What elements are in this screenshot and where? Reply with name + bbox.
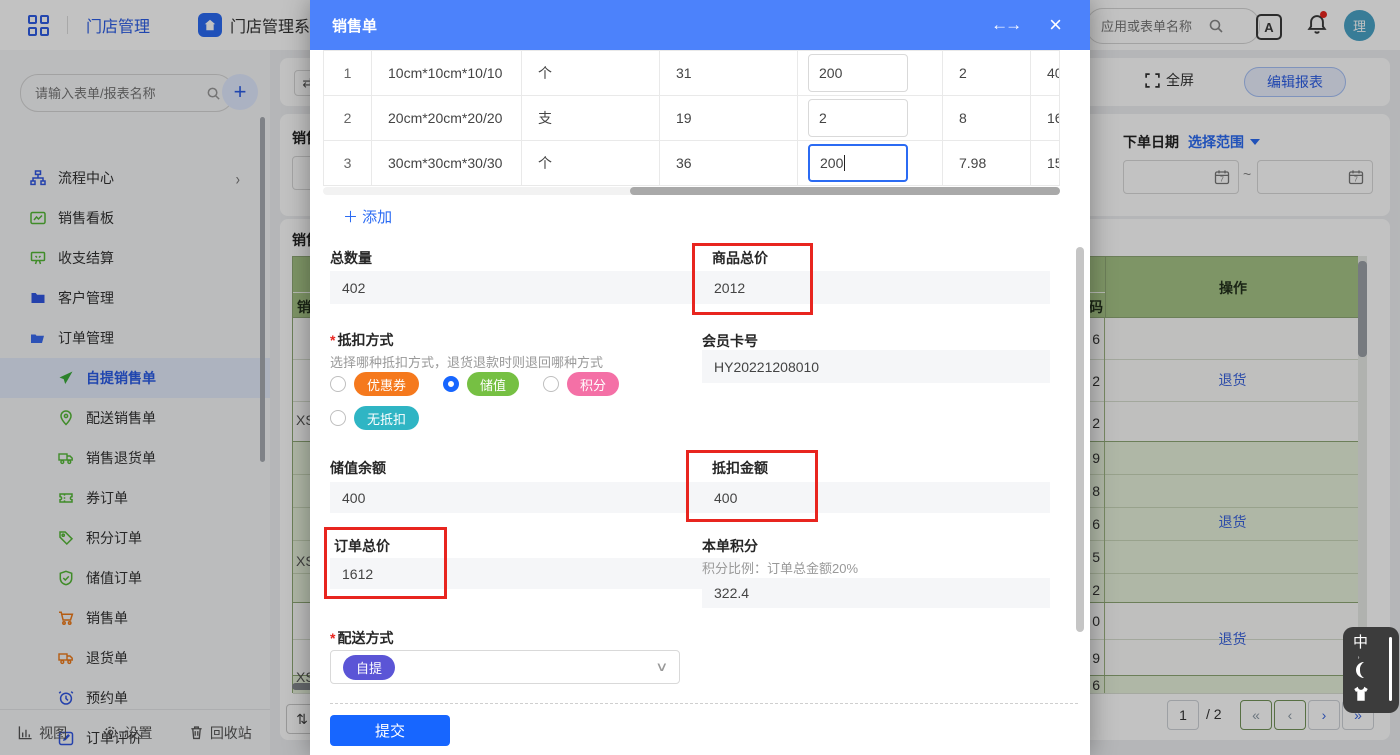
items-hscroll-thumb[interactable]: [630, 187, 1060, 195]
deduct-option-0[interactable]: 优惠券: [330, 372, 419, 396]
sales-order-modal: 销售单 ←→ × 1 10cm*10cm*10/10 个 31 200 2 40…: [310, 0, 1090, 755]
items-hscroll-track: [323, 187, 1060, 195]
price-cell: 2: [943, 51, 1031, 95]
deduct-option-3[interactable]: 无抵扣: [330, 406, 419, 430]
deduct-amount-label: 抵扣金额: [712, 458, 768, 478]
modal-vscroll-thumb[interactable]: [1076, 247, 1084, 632]
qty-cell: 200: [798, 51, 943, 95]
item-row: 3 30cm*30cm*30/30 个 36 200 7.98 1596: [324, 141, 1059, 185]
balance-label: 储值余额: [330, 458, 386, 478]
price-cell: 8: [943, 96, 1031, 140]
deduct-options-row2: 无抵扣: [330, 406, 419, 430]
points-label: 本单积分: [702, 536, 758, 556]
ime-lang-indicator[interactable]: 中: [1353, 631, 1368, 652]
total-qty-label: 总数量: [330, 248, 372, 268]
stock-cell: 19: [660, 96, 798, 140]
member-card-value: HY20221208010: [702, 350, 1050, 383]
footer-divider: [330, 703, 1078, 704]
total-qty-value: 402: [330, 271, 740, 304]
price-cell: 7.98: [943, 141, 1031, 185]
unit-cell: 支: [522, 96, 660, 140]
spec-cell: 10cm*10cm*10/10: [372, 51, 522, 95]
points-helper: 积分比例：订单总金额20%: [702, 558, 858, 577]
order-total-value: 1612: [330, 558, 740, 589]
item-row: 2 20cm*20cm*20/20 支 19 2 8 16: [324, 96, 1059, 141]
row-index: 3: [324, 141, 372, 185]
delivery-label: *配送方式: [330, 628, 393, 648]
amount-cell: 1596: [1031, 141, 1059, 185]
qty-input[interactable]: 2: [808, 99, 908, 137]
member-card-label: 会员卡号: [702, 331, 758, 351]
row-index: 2: [324, 96, 372, 140]
qty-cell: 200: [798, 141, 943, 185]
stock-cell: 31: [660, 51, 798, 95]
shirt-icon[interactable]: [1352, 685, 1370, 703]
spec-cell: 30cm*30cm*30/30: [372, 141, 522, 185]
deduct-method-label: *抵扣方式: [330, 330, 393, 350]
row-index: 1: [324, 51, 372, 95]
qty-cell: 2: [798, 96, 943, 140]
delivery-select[interactable]: 自提 ∨: [330, 650, 680, 684]
spec-cell: 20cm*20cm*20/20: [372, 96, 522, 140]
expand-modal-icon[interactable]: ←→: [991, 15, 1019, 35]
submit-button[interactable]: 提交: [330, 715, 450, 746]
text-caret: [844, 155, 845, 171]
unit-cell: 个: [522, 51, 660, 95]
ime-scrollbar: [1389, 637, 1392, 701]
stock-cell: 36: [660, 141, 798, 185]
moon-icon[interactable]: [1351, 660, 1371, 680]
unit-cell: 个: [522, 141, 660, 185]
ime-widget: 中 ˒: [1343, 627, 1399, 713]
order-total-label: 订单总价: [334, 536, 390, 556]
deduct-pill-0: 优惠券: [354, 372, 419, 396]
add-item-link[interactable]: ＋ 添加: [343, 206, 392, 227]
modal-header: 销售单 ←→ ×: [310, 0, 1090, 50]
deduct-pill-3: 无抵扣: [354, 406, 419, 430]
points-value: 322.4: [702, 578, 1050, 608]
deduct-option-2[interactable]: 积分: [543, 372, 619, 396]
goods-total-value: 2012: [702, 271, 1050, 304]
modal-title: 销售单: [332, 15, 377, 36]
deduct-method-helper: 选择哪种抵扣方式，退货退款时则退回哪种方式: [330, 352, 603, 371]
qty-input-focused[interactable]: 200: [808, 144, 908, 182]
deduct-option-1[interactable]: 储值: [443, 372, 519, 396]
balance-value: 400: [330, 482, 740, 513]
deduct-radio-1[interactable]: [443, 376, 459, 392]
deduct-options-row1: 优惠券 储值 积分: [330, 372, 619, 396]
deduct-amount-value: 400: [702, 482, 1050, 513]
deduct-radio-2[interactable]: [543, 376, 559, 392]
modal-body: 1 10cm*10cm*10/10 个 31 200 2 400 2 20cm*…: [310, 50, 1090, 755]
chevron-down-icon: ∨: [656, 659, 669, 675]
deduct-radio-3[interactable]: [330, 410, 346, 426]
close-icon[interactable]: ×: [1049, 14, 1062, 36]
goods-total-label: 商品总价: [712, 248, 768, 268]
amount-cell: 16: [1031, 96, 1059, 140]
qty-input[interactable]: 200: [808, 54, 908, 92]
deduct-radio-0[interactable]: [330, 376, 346, 392]
screen: 门店管理 门店管理系统 A 理 + 流程中心 ›: [0, 0, 1400, 755]
items-table: 1 10cm*10cm*10/10 个 31 200 2 400 2 20cm*…: [323, 50, 1060, 186]
amount-cell: 400: [1031, 51, 1059, 95]
deduct-pill-1: 储值: [467, 372, 519, 396]
delivery-tag: 自提: [343, 655, 395, 680]
item-row: 1 10cm*10cm*10/10 个 31 200 2 400: [324, 51, 1059, 96]
deduct-pill-2: 积分: [567, 372, 619, 396]
